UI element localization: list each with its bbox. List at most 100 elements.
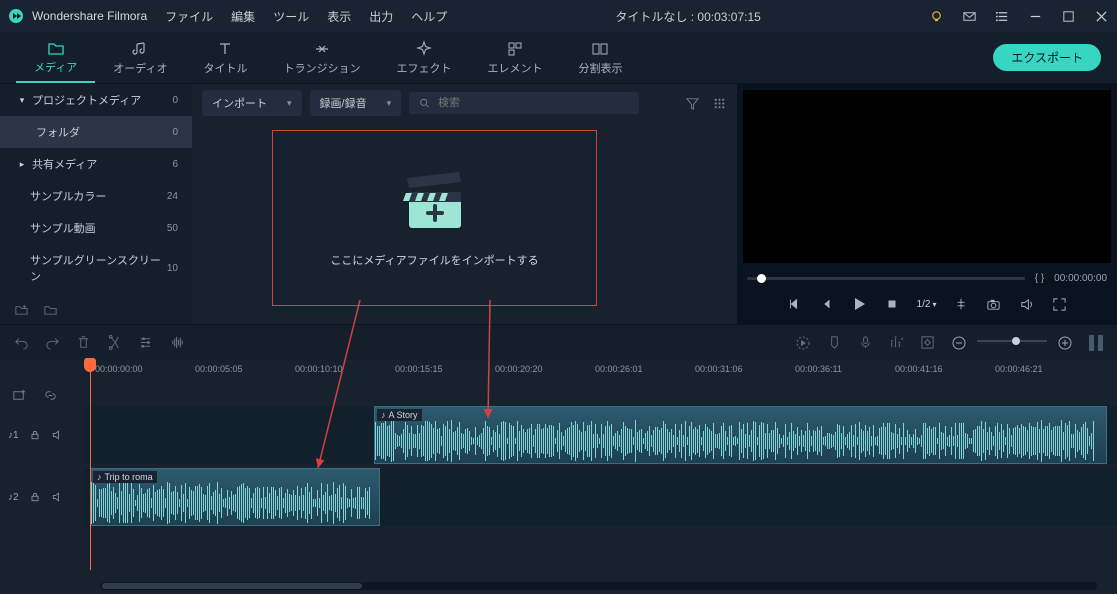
menu-tool[interactable]: ツール: [273, 8, 309, 25]
titlebar: Wondershare Filmora ファイル 編集 ツール 表示 出力 ヘル…: [0, 0, 1117, 32]
link-icon[interactable]: [43, 388, 58, 403]
new-folder-icon[interactable]: [14, 302, 29, 317]
marker-add-icon[interactable]: [827, 335, 842, 350]
menu-file[interactable]: ファイル: [165, 8, 213, 25]
cut-marker-icon[interactable]: [954, 297, 968, 311]
adjust-icon[interactable]: [138, 335, 153, 350]
track-lane[interactable]: ♪Trip to roma: [84, 468, 1117, 526]
sidebar-item-label: サンプル動画: [30, 220, 96, 236]
sidebar-item-sample-video[interactable]: サンプル動画 50: [0, 212, 192, 244]
search-input-wrap[interactable]: [409, 92, 639, 114]
snapshot-icon[interactable]: [986, 297, 1001, 312]
redo-icon[interactable]: [45, 335, 60, 350]
lightbulb-icon[interactable]: [929, 9, 944, 24]
play-icon[interactable]: [851, 296, 867, 312]
audio-clip-a-story[interactable]: ♪A Story: [374, 406, 1107, 464]
media-sidebar: ▾プロジェクトメディア 0 フォルダ 0 ▸共有メディア 6 サンプルカラー 2…: [0, 84, 192, 324]
fullscreen-icon[interactable]: [1052, 297, 1067, 312]
zoom-out-icon[interactable]: [951, 335, 967, 351]
split-icon: [591, 40, 609, 58]
maximize-icon[interactable]: [1061, 9, 1076, 24]
media-panel: インポート ▾ 録画/録音 ▾: [192, 84, 737, 324]
tab-audio[interactable]: オーディオ: [95, 32, 185, 83]
mail-icon[interactable]: [962, 9, 977, 24]
playback-speed[interactable]: 1/2 ▾: [917, 299, 937, 310]
grid-view-icon[interactable]: [712, 96, 727, 111]
scrollbar-thumb[interactable]: [102, 583, 362, 589]
sidebar-item-project-media[interactable]: ▾プロジェクトメディア 0: [0, 84, 192, 116]
voiceover-icon[interactable]: [858, 335, 873, 350]
split-clip-icon[interactable]: [107, 335, 122, 350]
sidebar-item-sample-color[interactable]: サンプルカラー 24: [0, 180, 192, 212]
music-icon: [131, 40, 149, 58]
record-dropdown[interactable]: 録画/録音 ▾: [310, 90, 402, 116]
sidebar-item-folder[interactable]: フォルダ 0: [0, 116, 192, 148]
preview-seekbar[interactable]: [747, 277, 1025, 280]
media-drop-zone[interactable]: ここにメディアファイルをインポートする: [272, 130, 597, 306]
zoom-slider[interactable]: [977, 340, 1047, 342]
list-icon[interactable]: [995, 9, 1010, 24]
audio-clip-trip-to-roma[interactable]: ♪Trip to roma: [90, 468, 380, 526]
tab-label: エフェクト: [396, 60, 451, 76]
import-dropdown[interactable]: インポート ▾: [202, 90, 302, 116]
track-lane[interactable]: ♪A Story: [84, 406, 1117, 464]
mute-icon[interactable]: [51, 429, 63, 441]
music-note-icon: ♪: [97, 472, 102, 482]
ruler-tick: 00:00:31:06: [695, 364, 743, 374]
music-note-icon: ♪: [381, 410, 386, 420]
menu-help[interactable]: ヘルプ: [411, 8, 447, 25]
close-icon[interactable]: [1094, 9, 1109, 24]
prev-frame-icon[interactable]: [787, 297, 801, 311]
render-icon[interactable]: [795, 335, 811, 351]
timeline-ruler[interactable]: 00:00:00:00 00:00:05:05 00:00:10:10 00:0…: [0, 360, 1117, 384]
minimize-icon[interactable]: [1028, 9, 1043, 24]
stop-icon[interactable]: [885, 297, 899, 311]
filter-icon[interactable]: [685, 96, 700, 111]
tab-transition[interactable]: トランジション: [265, 32, 378, 83]
audio-mixer-icon[interactable]: [889, 335, 904, 350]
ruler-tick: 00:00:20:20: [495, 364, 543, 374]
sidebar-item-green-screen[interactable]: サンプルグリーンスクリーン 10: [0, 244, 192, 292]
menu-output[interactable]: 出力: [369, 8, 393, 25]
clip-title: A Story: [389, 410, 418, 420]
preview-brackets: { }: [1035, 273, 1044, 284]
tab-media[interactable]: メディア: [16, 32, 95, 83]
zoom-fit-icon[interactable]: [1089, 335, 1103, 351]
volume-icon[interactable]: [1019, 297, 1034, 312]
tab-label: オーディオ: [113, 60, 167, 76]
zoom-in-icon[interactable]: [1057, 335, 1073, 351]
timeline-toolbar: [0, 324, 1117, 360]
tab-element[interactable]: エレメント: [469, 32, 560, 83]
sidebar-item-count: 0: [172, 127, 178, 138]
step-back-icon[interactable]: [819, 297, 833, 311]
mute-icon[interactable]: [51, 491, 63, 503]
timeline-scrollbar[interactable]: [100, 582, 1097, 590]
sidebar-item-label: 共有メディア: [32, 156, 97, 172]
add-track-icon[interactable]: [12, 388, 27, 403]
sidebar-item-shared-media[interactable]: ▸共有メディア 6: [0, 148, 192, 180]
tab-effect[interactable]: エフェクト: [378, 32, 469, 83]
audio-waveform-icon[interactable]: [169, 335, 186, 350]
lock-icon[interactable]: [29, 491, 41, 503]
sidebar-item-count: 10: [167, 263, 178, 274]
menu-edit[interactable]: 編集: [231, 8, 255, 25]
tab-split[interactable]: 分割表示: [560, 32, 640, 83]
preview-video[interactable]: [743, 90, 1111, 263]
playhead[interactable]: [90, 360, 91, 570]
sidebar-item-label: サンプルカラー: [30, 188, 106, 204]
folder-outline-icon[interactable]: [43, 302, 58, 317]
delete-icon[interactable]: [76, 335, 91, 350]
undo-icon[interactable]: [14, 335, 29, 350]
search-input[interactable]: [438, 97, 629, 109]
keyframe-icon[interactable]: [920, 335, 935, 350]
tab-title[interactable]: タイトル: [185, 32, 265, 83]
lock-icon[interactable]: [29, 429, 41, 441]
ruler-tick: 00:00:26:01: [595, 364, 643, 374]
track-label: ♪1: [8, 430, 19, 441]
sidebar-item-count: 0: [172, 95, 178, 106]
tab-label: トランジション: [283, 60, 360, 76]
menu-view[interactable]: 表示: [327, 8, 351, 25]
app-logo-icon: [8, 8, 24, 24]
export-button[interactable]: エクスポート: [993, 44, 1101, 71]
ruler-tick: 00:00:00:00: [95, 364, 143, 374]
